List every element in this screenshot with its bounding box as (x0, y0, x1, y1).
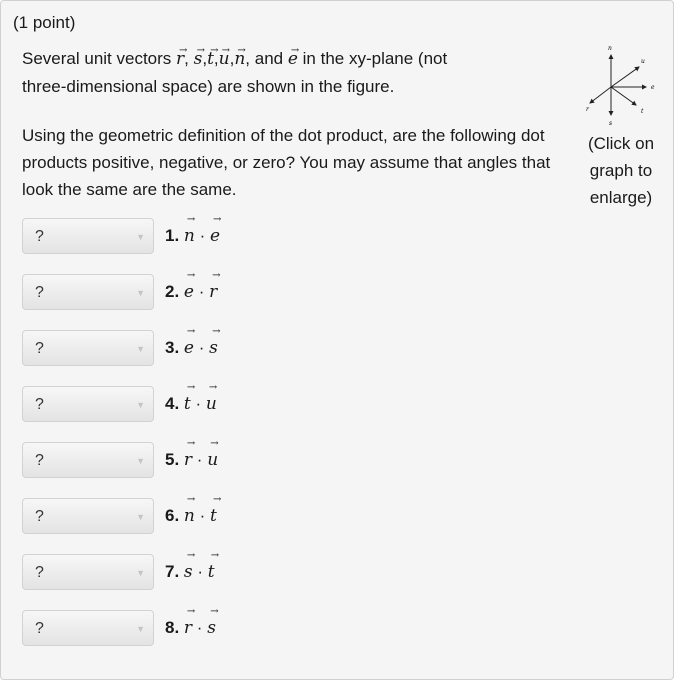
vector-b: s (207, 618, 216, 638)
question-number: 2. (165, 282, 180, 301)
chevron-down-icon: ▼ (136, 288, 145, 298)
question-number: 3. (165, 338, 180, 357)
vector-b: e (210, 226, 220, 246)
dot-operator: · (196, 618, 203, 637)
vector-a: n (184, 506, 195, 526)
selected-value: ? (35, 228, 44, 245)
vector-b: r (209, 282, 217, 302)
vector-b: t (210, 506, 217, 526)
vector-e: e (288, 49, 298, 69)
dot-product-expression: 1. n · e (165, 226, 220, 246)
answer-dropdown[interactable]: ? ▼ (22, 610, 154, 646)
answer-dropdown[interactable]: ? ▼ (22, 274, 154, 310)
answer-dropdown[interactable]: ? ▼ (22, 498, 154, 534)
vector-a: t (184, 394, 191, 414)
vector-a: e (184, 338, 194, 358)
problem-intro: Several unit vectors r, s,t,u,n, and e i… (22, 45, 562, 100)
dot-product-expression: 7. s · t (165, 562, 215, 582)
vector-b: t (208, 562, 215, 582)
dot-product-expression: 2. e · r (165, 282, 217, 302)
chevron-down-icon: ▼ (136, 456, 145, 466)
dot-product-expression: 4. t · u (165, 394, 217, 414)
vector-s: s (194, 49, 203, 69)
vector-b: u (206, 394, 217, 414)
vector-t: t (207, 49, 214, 69)
vector-a: n (184, 226, 195, 246)
dot-operator: · (198, 282, 205, 301)
figure-label-e: e (651, 84, 655, 91)
dot-operator: · (198, 338, 205, 357)
question-number: 1. (165, 226, 180, 245)
selected-value: ? (35, 340, 44, 357)
question-number: 5. (165, 450, 180, 469)
vector-u: u (219, 49, 230, 69)
selected-value: ? (35, 284, 44, 301)
vector-n: n (234, 49, 245, 69)
answer-dropdown[interactable]: ? ▼ (22, 442, 154, 478)
figure-label-r: r (586, 106, 590, 113)
dot-operator: · (196, 450, 203, 469)
question-number: 4. (165, 394, 180, 413)
figure-label-n: n (608, 45, 612, 52)
problem-instructions: Using the geometric definition of the do… (22, 126, 551, 199)
chevron-down-icon: ▼ (136, 232, 145, 242)
vector-b: s (209, 338, 218, 358)
chevron-down-icon: ▼ (136, 512, 145, 522)
vector-a: r (184, 618, 192, 638)
dot-operator: · (195, 394, 202, 413)
selected-value: ? (35, 396, 44, 413)
vector-b: u (207, 450, 218, 470)
answer-dropdown[interactable]: ? ▼ (22, 218, 154, 254)
problem-panel: (1 point) Several unit vectors r, s,t,u,… (0, 0, 674, 680)
dot-operator: · (197, 562, 204, 581)
figure-label-s: s (609, 120, 612, 127)
chevron-down-icon: ▼ (136, 624, 145, 634)
dot-product-expression: 3. e · s (165, 338, 218, 358)
point-value: (1 point) (13, 13, 76, 32)
vector-figure[interactable]: n u e t s r (584, 41, 664, 131)
enlarge-graph-link[interactable]: (Click on graph to enlarge) (579, 130, 663, 211)
vector-r: r (176, 49, 184, 69)
vector-a: e (184, 282, 194, 302)
answer-dropdown[interactable]: ? ▼ (22, 554, 154, 590)
answer-dropdown[interactable]: ? ▼ (22, 386, 154, 422)
chevron-down-icon: ▼ (136, 400, 145, 410)
question-number: 8. (165, 618, 180, 637)
figure-label-t: t (641, 108, 644, 115)
answer-dropdown[interactable]: ? ▼ (22, 330, 154, 366)
selected-value: ? (35, 620, 44, 637)
vector-a: r (184, 450, 192, 470)
dot-operator: · (199, 226, 206, 245)
selected-value: ? (35, 452, 44, 469)
figure-label-u: u (641, 58, 645, 65)
dot-product-expression: 8. r · s (165, 618, 216, 638)
dot-product-expression: 6. n · t (165, 506, 217, 526)
dot-product-expression: 5. r · u (165, 450, 218, 470)
selected-value: ? (35, 508, 44, 525)
selected-value: ? (35, 564, 44, 581)
vector-a: s (184, 562, 193, 582)
chevron-down-icon: ▼ (136, 344, 145, 354)
question-number: 6. (165, 506, 180, 525)
chevron-down-icon: ▼ (136, 568, 145, 578)
question-number: 7. (165, 562, 180, 581)
dot-operator: · (199, 506, 206, 525)
